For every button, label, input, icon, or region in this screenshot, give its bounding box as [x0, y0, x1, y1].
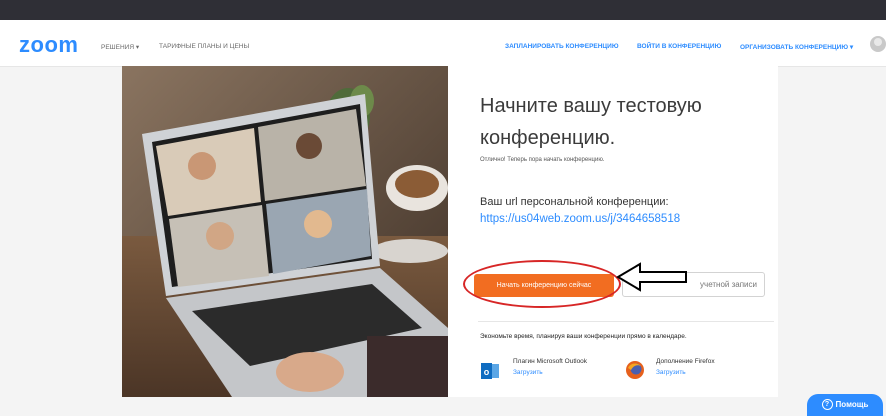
annotation-circle	[463, 260, 621, 308]
nav-schedule-meeting[interactable]: ЗАПЛАНИРОВАТЬ КОНФЕРЕНЦИЮ	[505, 43, 619, 50]
laptop-photo	[122, 66, 448, 397]
outlook-icon: o	[481, 363, 499, 379]
question-circle-icon: ?	[821, 399, 833, 411]
firefox-addon-name: Дополнение Firefox	[656, 358, 715, 365]
outlook-download-link[interactable]: Загрузить	[513, 369, 543, 376]
divider	[478, 321, 774, 322]
help-button[interactable]: ? Помощь	[807, 394, 883, 416]
outlook-plugin-name: Плагин Microsoft Outlook	[513, 358, 588, 365]
content-area: Начните вашу тестовую конференцию. Отлич…	[466, 66, 778, 397]
arrow-left-icon	[616, 262, 687, 292]
description: Отлично! Теперь пора начать конференцию.	[480, 157, 605, 163]
firefox-download-link[interactable]: Загрузить	[656, 369, 686, 376]
help-label: Помощь	[835, 400, 869, 409]
nav-join-meeting[interactable]: ВОЙТИ В КОНФЕРЕНЦИЮ	[637, 43, 721, 50]
firefox-icon	[626, 361, 644, 379]
avatar[interactable]	[870, 36, 886, 52]
nav-host-meeting[interactable]: ОРГАНИЗОВАТЬ КОНФЕРЕНЦИЮ ▾	[740, 43, 853, 51]
navigation-bar: zoom РЕШЕНИЯ ▾ ТАРИФНЫЕ ПЛАНЫ И ЦЕНЫ ЗАП…	[0, 20, 886, 67]
svg-text:o: o	[484, 367, 490, 377]
nav-plans[interactable]: ТАРИФНЫЕ ПЛАНЫ И ЦЕНЫ	[159, 43, 249, 50]
laptop-illustration	[122, 66, 448, 397]
page-title: Начните вашу тестовую конференцию.	[480, 95, 702, 149]
meeting-url-link[interactable]: https://us04web.zoom.us/j/3464658518	[480, 213, 680, 225]
nav-solutions[interactable]: РЕШЕНИЯ ▾	[101, 43, 139, 51]
zoom-logo[interactable]: zoom	[19, 32, 78, 58]
browser-top-bar	[0, 0, 886, 20]
calendar-hint: Экономьте время, планируя ваши конференц…	[480, 333, 687, 340]
meeting-url-label: Ваш url персональной конференции:	[480, 196, 669, 208]
